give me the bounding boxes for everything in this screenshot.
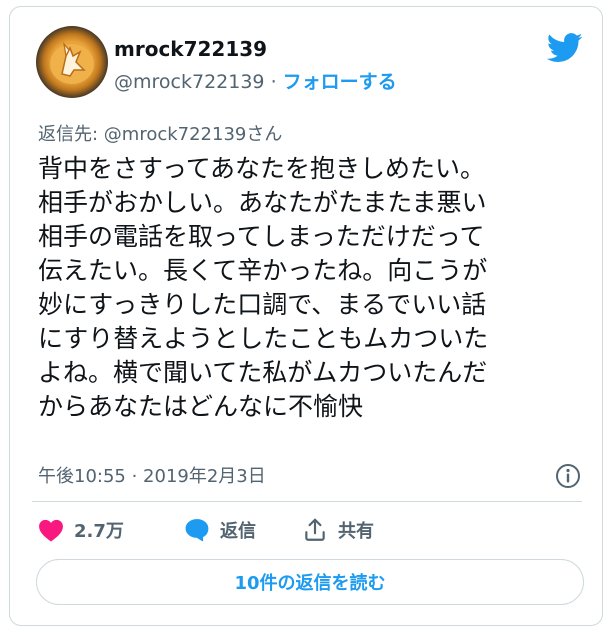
heart-icon [39,519,63,542]
avatar-rabbit-icon [50,41,94,84]
like-count: 2.7万 [74,521,124,542]
reply-button[interactable]: 返信 [184,517,256,543]
share-label: 共有 [338,521,374,542]
share-upload-icon [305,518,325,541]
action-bar: 2.7万 返信 共有 [38,517,578,551]
display-name[interactable]: mrock722139 [114,37,267,61]
reply-label: 返信 [220,521,256,542]
tweet-card: mrock722139 @mrock722139 · フォローする 返信先: @… [9,6,603,626]
reply-to-label[interactable]: 返信先: @mrock722139さん [38,120,282,146]
divider [32,501,582,502]
share-button[interactable]: 共有 [302,517,374,543]
user-handle[interactable]: @mrock722139 [114,71,265,93]
timestamp[interactable]: 午後10:55 · 2019年2月3日 [38,462,266,488]
avatar[interactable] [36,26,108,98]
read-replies-button[interactable]: 10件の返信を読む [36,559,584,605]
like-button[interactable]: 2.7万 [38,517,124,543]
twitter-bird-icon[interactable] [547,33,583,63]
follow-button[interactable]: フォローする [283,71,397,93]
speech-bubble-icon [185,519,209,542]
info-icon[interactable] [555,463,581,489]
handle-row: @mrock722139 · フォローする [114,67,397,94]
separator-dot: · [270,71,277,93]
tweet-text: 背中をさすってあなたを抱きしめたい。 相手がおかしい。あなたがたまたま悪い 相手… [38,154,489,421]
